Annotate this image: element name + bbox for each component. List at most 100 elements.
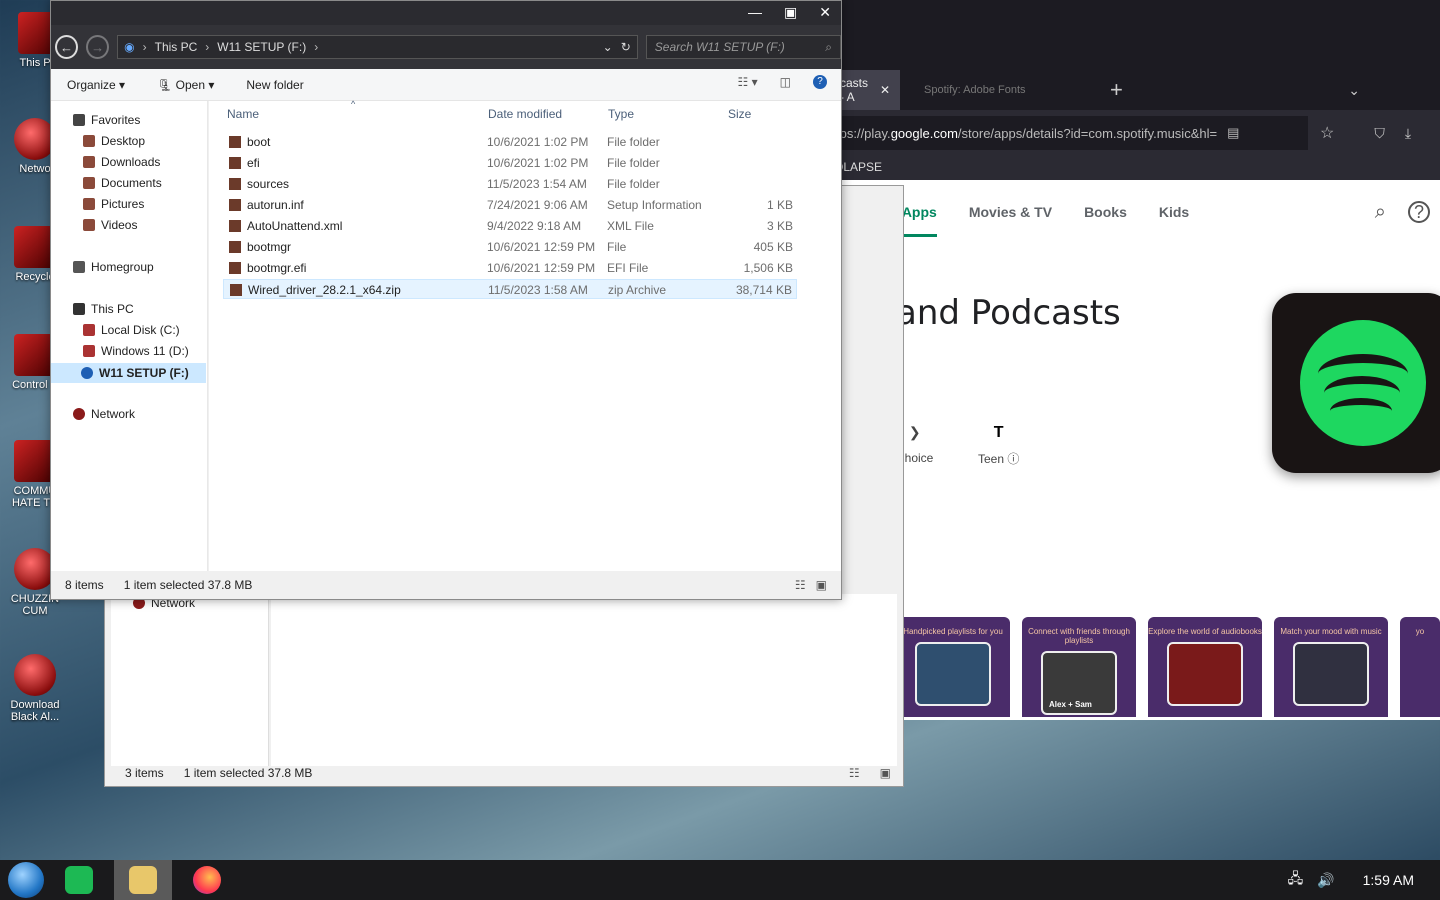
file-type: File folder (607, 135, 660, 149)
refresh-icon[interactable]: ↻ (621, 40, 631, 54)
nav-local-disk[interactable]: Local Disk (C:) (83, 323, 180, 337)
nav-movies[interactable]: Movies & TV (969, 204, 1052, 220)
nav-downloads[interactable]: Downloads (83, 155, 160, 169)
column-type[interactable]: Type (608, 107, 634, 121)
file-icon (229, 241, 241, 253)
file-row[interactable]: bootmgr.efi 10/6/2021 12:59 PM EFI File 1,5… (223, 258, 797, 278)
start-button[interactable] (8, 862, 44, 898)
search-icon[interactable]: ⌕ (1375, 201, 1386, 224)
zip-icon: 🗜 (157, 77, 173, 92)
nav-desktop[interactable]: Desktop (83, 134, 145, 148)
pocket-icon[interactable]: ⛉ (1374, 125, 1385, 142)
taskbar-spotify[interactable] (50, 860, 108, 900)
search-input[interactable]: Search W11 SETUP (F:) ⌕ (645, 35, 842, 59)
nav-favorites[interactable]: Favorites (73, 113, 140, 127)
file-type: File folder (607, 156, 660, 170)
close-icon[interactable]: ✕ (880, 83, 890, 97)
screenshot-card[interactable]: Handpicked playlists for you (896, 617, 1010, 717)
desktop-icon-download[interactable]: Download Black Al... (0, 654, 70, 723)
details-view-icon[interactable]: ☷ (849, 766, 860, 780)
file-size: 38,714 KB (735, 283, 792, 297)
file-row[interactable]: boot 10/6/2021 1:02 PM File folder (223, 132, 797, 152)
file-name: Wired_driver_28.2.1_x64.zip (248, 283, 401, 297)
column-date[interactable]: Date modified (488, 107, 562, 121)
nav-books[interactable]: Books (1084, 204, 1127, 220)
organize-button[interactable]: Organize ▾ (67, 78, 125, 92)
spotify-logo-icon (1272, 293, 1440, 473)
browser-tabbar: casts - A ✕ Spotify: Adobe Fonts + ⌄ (830, 70, 1440, 110)
minimize-button[interactable]: — (748, 1, 762, 23)
file-icon (229, 199, 241, 211)
screenshot-carousel: Handpicked playlists for you Connect wit… (896, 617, 1440, 717)
desktop-icon (83, 135, 95, 147)
nav-network[interactable]: Network (73, 407, 135, 421)
file-row[interactable]: Wired_driver_28.2.1_x64.zip 11/5/2023 1:5… (223, 279, 797, 299)
screenshot-card[interactable]: yo (1400, 617, 1440, 717)
star-icon[interactable]: ☆ (1320, 123, 1334, 143)
help-icon[interactable]: ? (1408, 201, 1430, 223)
reader-view-icon[interactable]: ▤ (1227, 125, 1239, 141)
file-row[interactable]: AutoUnattend.xml 9/4/2022 9:18 AM XML File… (223, 216, 797, 236)
nav-documents[interactable]: Documents (83, 176, 162, 190)
screenshot-card[interactable]: Explore the world of audiobooks (1148, 617, 1262, 717)
file-type: zip Archive (608, 283, 667, 297)
forward-button[interactable]: → (86, 35, 110, 59)
back-button[interactable]: ← (55, 35, 79, 59)
view-options-icon[interactable]: ☷ ▾ (738, 75, 758, 89)
chevron-down-icon[interactable]: ⌄ (603, 40, 613, 54)
nav-this-pc[interactable]: This PC (73, 302, 134, 316)
open-button[interactable]: 🗜 Open ▾ (157, 78, 214, 92)
documents-icon (83, 177, 95, 189)
url-input[interactable]: tps://play.google.com/store/apps/details… (834, 116, 1308, 150)
taskbar-firefox[interactable] (178, 860, 236, 900)
address-bar[interactable]: ◉ › This PC › W11 SETUP (F:) › ⌄ ↻ (117, 35, 638, 59)
file-type: Setup Information (607, 198, 702, 212)
address-row: ← → ◉ › This PC › W11 SETUP (F:) › ⌄ ↻ S… (51, 25, 842, 69)
close-button[interactable]: ✕ (819, 1, 831, 23)
downloads-icon (83, 156, 95, 168)
nav-homegroup[interactable]: Homegroup (73, 260, 154, 274)
info-icon[interactable]: ⓘ (1007, 452, 1019, 466)
chevron-down-icon[interactable]: ⌄ (1348, 82, 1360, 99)
screenshot-card[interactable]: Connect with friends through playlists Al… (1022, 617, 1136, 717)
download-arrow-icon[interactable]: ⤓ (1405, 125, 1411, 142)
drive-icon: ◉ (124, 40, 135, 54)
volume-icon[interactable]: 🔊 (1317, 872, 1334, 889)
file-row[interactable]: bootmgr 10/6/2021 12:59 PM File 405 KB (223, 237, 797, 257)
large-icons-view-icon[interactable]: ▣ (880, 766, 891, 780)
drive-icon (83, 345, 95, 357)
help-icon[interactable]: ? (813, 75, 827, 89)
breadcrumb-this-pc[interactable]: This PC (155, 40, 198, 54)
clock[interactable]: 1:59 AM (1363, 872, 1414, 888)
pictures-icon (83, 198, 95, 210)
app-title: and Podcasts (896, 293, 1121, 333)
nav-pictures[interactable]: Pictures (83, 197, 144, 211)
breadcrumb-w11-setup[interactable]: W11 SETUP (F:) (217, 40, 306, 54)
navigation-pane: Favorites Desktop Downloads Documents Pi… (51, 101, 208, 571)
file-name: boot (247, 135, 271, 149)
network-status-icon[interactable]: 🖧 (1288, 868, 1304, 892)
new-tab-icon[interactable]: + (1110, 77, 1123, 103)
details-view-icon[interactable]: ☷ (795, 578, 806, 592)
new-folder-button[interactable]: New folder (246, 78, 303, 92)
large-icons-view-icon[interactable]: ▣ (816, 578, 827, 592)
nav-apps[interactable]: Apps (901, 204, 937, 237)
nav-windows-11[interactable]: Windows 11 (D:) (83, 344, 189, 358)
column-size[interactable]: Size (728, 107, 751, 121)
nav-kids[interactable]: Kids (1159, 204, 1189, 220)
preview-pane-icon[interactable]: ◫ (780, 75, 791, 89)
taskbar-explorer[interactable] (114, 860, 172, 900)
maximize-button[interactable]: ▣ (784, 1, 797, 23)
file-row[interactable]: sources 11/5/2023 1:54 AM File folder (223, 174, 797, 194)
file-date: 9/4/2022 9:18 AM (487, 219, 582, 233)
screenshot-card[interactable]: Match your mood with music (1274, 617, 1388, 717)
nav-w11-setup[interactable]: W11 SETUP (F:) (51, 363, 206, 383)
nav-videos[interactable]: Videos (83, 218, 137, 232)
file-row[interactable]: autorun.inf 7/24/2021 9:06 AM Setup Inform… (223, 195, 797, 215)
file-row[interactable]: efi 10/6/2021 1:02 PM File folder (223, 153, 797, 173)
column-name[interactable]: Name (227, 107, 259, 121)
file-name: bootmgr (247, 240, 292, 254)
tab-second[interactable]: Spotify: Adobe Fonts (900, 84, 1100, 96)
star-icon (73, 114, 85, 126)
search-icon: ⌕ (825, 39, 833, 54)
